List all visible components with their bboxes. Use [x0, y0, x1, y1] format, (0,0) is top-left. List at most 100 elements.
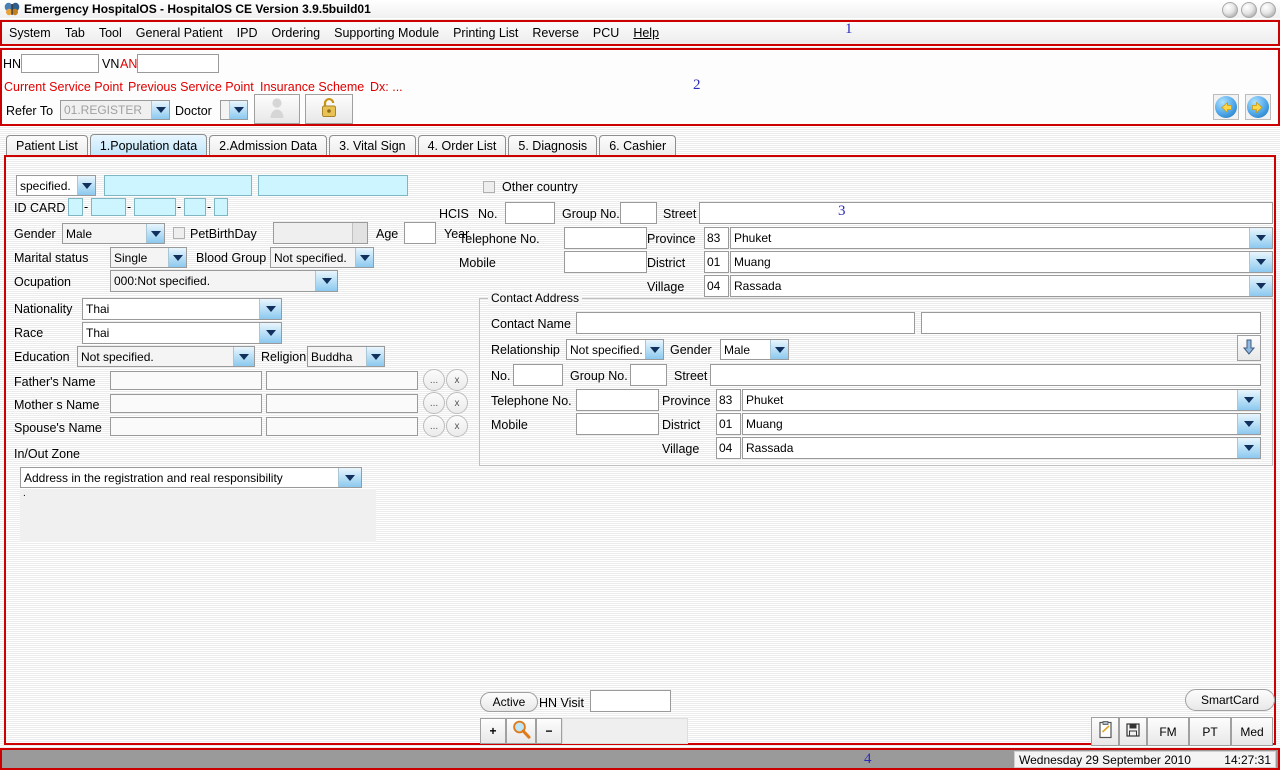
chevron-down-icon[interactable] — [233, 347, 254, 366]
chevron-down-icon[interactable] — [1237, 414, 1260, 434]
mother-last-name-input[interactable] — [266, 394, 418, 413]
address-telephone-input[interactable] — [564, 227, 647, 249]
lock-button[interactable] — [305, 94, 353, 124]
chevron-down-icon[interactable] — [146, 224, 164, 243]
link-dx[interactable]: Dx: ... — [370, 80, 403, 94]
contact-village-combo[interactable]: Rassada — [742, 437, 1261, 459]
copy-address-button[interactable] — [1237, 335, 1261, 361]
id-card-part-2[interactable] — [91, 198, 126, 216]
id-card-part-4[interactable] — [184, 198, 206, 216]
maximize-button[interactable] — [1241, 2, 1257, 18]
chevron-down-icon[interactable] — [229, 101, 247, 119]
contact-group-no-input[interactable] — [630, 364, 667, 386]
spouse-browse-button[interactable]: ... — [423, 415, 445, 437]
birthdate-spinner[interactable] — [352, 223, 367, 243]
chevron-down-icon[interactable] — [151, 101, 169, 119]
contact-province-code-input[interactable] — [716, 389, 741, 411]
person-button[interactable] — [254, 94, 300, 124]
contact-telephone-input[interactable] — [576, 389, 659, 411]
link-previous-service-point[interactable]: Previous Service Point — [128, 80, 254, 94]
pt-button[interactable]: PT — [1189, 717, 1231, 746]
father-first-name-input[interactable] — [110, 371, 262, 390]
chevron-down-icon[interactable] — [338, 468, 361, 487]
menu-item-ordering[interactable]: Ordering — [264, 24, 327, 42]
chevron-down-icon[interactable] — [1249, 276, 1272, 296]
an-input[interactable] — [137, 54, 219, 73]
menu-item-tool[interactable]: Tool — [92, 24, 129, 42]
blood-group-combo[interactable]: Not specified. — [270, 247, 374, 268]
address-district-code-input[interactable] — [704, 251, 729, 273]
contact-mobile-input[interactable] — [576, 413, 659, 435]
contact-street-input[interactable] — [710, 364, 1261, 386]
occupation-combo[interactable]: 000:Not specified. — [110, 270, 338, 292]
menu-item-printing-list[interactable]: Printing List — [446, 24, 525, 42]
address-mobile-input[interactable] — [564, 251, 647, 273]
father-clear-button[interactable]: x — [446, 369, 468, 391]
hn-visit-input[interactable] — [590, 690, 671, 712]
refer-to-combo[interactable]: 01.REGISTER — [60, 100, 170, 120]
gender-combo[interactable]: Male — [62, 223, 165, 244]
last-name-input[interactable] — [258, 175, 408, 196]
marital-status-combo[interactable]: Single — [110, 247, 187, 268]
prev-button[interactable] — [1213, 94, 1239, 120]
link-current-service-point[interactable]: Current Service Point — [4, 80, 123, 94]
spouse-last-name-input[interactable] — [266, 417, 418, 436]
race-combo[interactable]: Thai — [82, 322, 282, 344]
first-name-input[interactable] — [104, 175, 252, 196]
prefix-combo[interactable]: specified. — [16, 175, 96, 196]
chevron-down-icon[interactable] — [77, 176, 95, 195]
minimize-button[interactable] — [1222, 2, 1238, 18]
next-button[interactable] — [1245, 94, 1271, 120]
contact-first-name-input[interactable] — [576, 312, 915, 334]
mother-browse-button[interactable]: ... — [423, 392, 445, 414]
address-village-combo[interactable]: Rassada — [730, 275, 1273, 297]
chevron-down-icon[interactable] — [1249, 252, 1272, 272]
education-combo[interactable]: Not specified. — [77, 346, 255, 367]
hn-input[interactable] — [21, 54, 99, 73]
chevron-down-icon[interactable] — [1237, 390, 1260, 410]
close-button[interactable] — [1260, 2, 1276, 18]
relationship-combo[interactable]: Not specified. — [566, 339, 664, 360]
contact-last-name-input[interactable] — [921, 312, 1261, 334]
menu-item-general-patient[interactable]: General Patient — [129, 24, 230, 42]
contact-no-input[interactable] — [513, 364, 563, 386]
link-insurance-scheme[interactable]: Insurance Scheme — [260, 80, 364, 94]
chevron-down-icon[interactable] — [259, 299, 281, 319]
father-browse-button[interactable]: ... — [423, 369, 445, 391]
id-card-part-1[interactable] — [68, 198, 83, 216]
tab-population-data[interactable]: 1.Population data — [89, 134, 208, 156]
mother-first-name-input[interactable] — [110, 394, 262, 413]
menu-item-pcu[interactable]: PCU — [586, 24, 626, 42]
spouse-first-name-input[interactable] — [110, 417, 262, 436]
address-village-code-input[interactable] — [704, 275, 729, 297]
petbirthday-checkbox[interactable] — [173, 227, 185, 239]
chevron-down-icon[interactable] — [770, 340, 788, 359]
doctor-combo[interactable] — [220, 100, 248, 120]
chevron-down-icon[interactable] — [259, 323, 281, 343]
chevron-down-icon[interactable] — [355, 248, 373, 267]
chevron-down-icon[interactable] — [1237, 438, 1260, 458]
chevron-down-icon[interactable] — [1249, 228, 1272, 248]
smartcard-button[interactable]: SmartCard — [1185, 689, 1275, 711]
menu-item-tab[interactable]: Tab — [58, 24, 92, 42]
save-button[interactable] — [1119, 717, 1147, 746]
tab-patient-list[interactable]: Patient List — [6, 135, 88, 156]
spouse-clear-button[interactable]: x — [446, 415, 468, 437]
fm-button[interactable]: FM — [1147, 717, 1189, 746]
tab-diagnosis[interactable]: 5. Diagnosis — [508, 135, 598, 156]
chevron-down-icon[interactable] — [645, 340, 663, 359]
chevron-down-icon[interactable] — [168, 248, 186, 267]
active-button[interactable]: Active — [480, 692, 538, 712]
address-province-code-input[interactable] — [704, 227, 729, 249]
add-button[interactable]: + — [480, 718, 506, 744]
chevron-down-icon[interactable] — [366, 347, 384, 366]
menu-item-reverse[interactable]: Reverse — [525, 24, 586, 42]
address-street-input[interactable] — [699, 202, 1273, 224]
contact-district-code-input[interactable] — [716, 413, 741, 435]
age-input[interactable] — [404, 222, 436, 244]
menu-item-ipd[interactable]: IPD — [230, 24, 265, 42]
in-out-zone-combo[interactable]: Address in the registration and real res… — [20, 467, 362, 488]
address-district-combo[interactable]: Muang — [730, 251, 1273, 273]
tab-admission-data[interactable]: 2.Admission Data — [209, 135, 328, 156]
id-card-part-3[interactable] — [134, 198, 176, 216]
